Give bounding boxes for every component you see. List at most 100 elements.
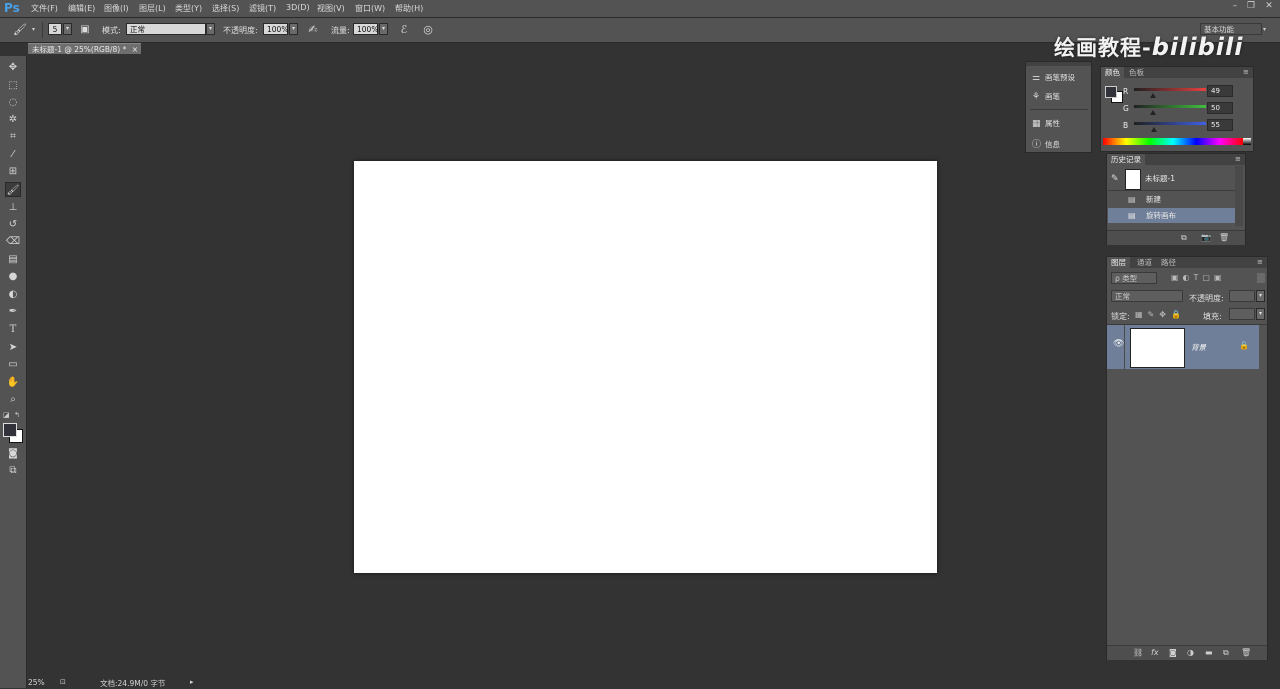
healing-brush-tool-icon[interactable]: ⊞ <box>5 164 21 179</box>
channel-b-slider[interactable] <box>1134 122 1206 125</box>
panel-menu-icon[interactable]: ≡ <box>1257 258 1263 266</box>
tab-color[interactable]: 颜色 <box>1101 67 1124 78</box>
swap-colors-icon[interactable]: ↰ <box>14 411 20 419</box>
channel-r-input[interactable]: 49 <box>1207 85 1233 97</box>
menu-filter[interactable]: 滤镜(T) <box>249 3 276 14</box>
menu-type[interactable]: 类型(Y) <box>175 3 202 14</box>
zoom-level[interactable]: 25% <box>28 678 45 687</box>
crop-tool-icon[interactable]: ⌗ <box>5 129 21 144</box>
channel-b-thumb[interactable] <box>1151 127 1157 132</box>
eraser-tool-icon[interactable]: ⌫ <box>5 234 21 249</box>
channel-g-slider[interactable] <box>1134 105 1206 108</box>
layer-blend-mode-select[interactable]: 正常 <box>1111 290 1183 302</box>
tab-paths[interactable]: 路径 <box>1157 257 1180 268</box>
quick-mask-icon[interactable]: ◙ <box>5 446 21 461</box>
dock-properties[interactable]: ▦ 属性 <box>1032 118 1060 129</box>
lock-icons[interactable]: ▦✎✥🔒 <box>1135 310 1186 319</box>
dock-brush-presets[interactable]: ⚌ 画笔预设 <box>1032 72 1075 83</box>
layer-opacity-input[interactable] <box>1229 290 1255 302</box>
channel-r-thumb[interactable] <box>1150 93 1156 98</box>
menu-edit[interactable]: 编辑(E) <box>68 3 95 14</box>
default-colors-icon[interactable]: ◪ <box>3 411 10 419</box>
blend-mode-dropdown[interactable]: ▾ <box>206 23 215 35</box>
history-item[interactable]: ▤ 新建 <box>1108 192 1236 207</box>
menu-view[interactable]: 视图(V) <box>317 3 345 14</box>
minimize-icon[interactable]: – <box>1228 1 1242 14</box>
flow-dropdown[interactable]: ▾ <box>379 23 388 35</box>
magic-wand-tool-icon[interactable]: ✲ <box>5 112 21 127</box>
dock-info[interactable]: ⓘ 信息 <box>1032 137 1060 150</box>
create-snapshot-icon[interactable]: 📷 <box>1201 233 1211 242</box>
rectangle-tool-icon[interactable]: ▭ <box>5 357 21 372</box>
history-snapshot[interactable]: ✎ 未标题-1 <box>1108 167 1236 191</box>
chevron-down-icon[interactable]: ▾ <box>32 26 35 33</box>
history-item-selected[interactable]: ▤ 旋转画布 <box>1108 208 1236 223</box>
layer-filter-select[interactable]: ρ 类型 <box>1111 272 1157 284</box>
channel-g-input[interactable]: 50 <box>1207 102 1233 114</box>
airbrush-icon[interactable]: ℰ <box>396 22 412 37</box>
new-document-from-state-icon[interactable]: ⧉ <box>1181 233 1187 243</box>
eye-icon[interactable]: 👁 <box>1113 339 1124 349</box>
opacity-dropdown[interactable]: ▾ <box>289 23 298 35</box>
status-menu-arrow-icon[interactable]: ▸ <box>190 678 194 686</box>
layer-row[interactable]: 👁 背景 🔒 <box>1107 325 1259 369</box>
brush-size-picker[interactable]: 5 <box>48 23 62 35</box>
restore-icon[interactable]: ❐ <box>1244 1 1258 14</box>
flow-input[interactable]: 100% <box>353 23 378 35</box>
close-tab-icon[interactable]: × <box>132 44 138 55</box>
adjustment-layer-icon[interactable]: ◑ <box>1187 648 1194 657</box>
history-brush-tool-icon[interactable]: ↺ <box>5 217 21 232</box>
delete-layer-icon[interactable]: 🗑 <box>1241 648 1251 657</box>
dodge-tool-icon[interactable]: ◐ <box>5 287 21 302</box>
layer-opacity-dropdown[interactable]: ▾ <box>1256 290 1265 302</box>
pressure-size-icon[interactable]: ◎ <box>420 22 436 37</box>
history-scrollbar[interactable] <box>1235 166 1243 226</box>
channel-b-input[interactable]: 55 <box>1207 119 1233 131</box>
menu-select[interactable]: 选择(S) <box>212 3 239 14</box>
tab-channels[interactable]: 通道 <box>1133 257 1156 268</box>
menu-image[interactable]: 图像(I) <box>104 3 129 14</box>
brush-tool-preset-icon[interactable]: 🖌 <box>12 22 28 37</box>
path-selection-tool-icon[interactable]: ➤ <box>5 340 21 355</box>
workspace-dropdown-icon[interactable]: ▾ <box>1263 26 1266 33</box>
blend-mode-select[interactable]: 正常 <box>126 23 206 35</box>
fill-dropdown[interactable]: ▾ <box>1256 308 1265 320</box>
hand-tool-icon[interactable]: ✋ <box>5 375 21 390</box>
color-spectrum-bar[interactable] <box>1103 138 1243 145</box>
tab-history[interactable]: 历史记录 <box>1107 154 1145 165</box>
clone-stamp-tool-icon[interactable]: ⊥ <box>5 200 21 215</box>
add-mask-icon[interactable]: ◙ <box>1169 648 1177 657</box>
gradient-tool-icon[interactable]: ▤ <box>5 252 21 267</box>
tab-layers[interactable]: 图层 <box>1107 257 1130 268</box>
lasso-tool-icon[interactable]: ◌ <box>5 95 21 110</box>
channel-r-slider[interactable] <box>1134 88 1206 91</box>
foreground-color-swatch[interactable] <box>3 423 17 437</box>
move-tool-icon[interactable]: ✥ <box>5 60 21 75</box>
marquee-tool-icon[interactable]: ⬚ <box>5 78 21 93</box>
panel-menu-icon[interactable]: ≡ <box>1243 68 1249 76</box>
document-canvas[interactable] <box>354 161 937 573</box>
dock-brush[interactable]: ⚘ 画笔 <box>1032 91 1060 102</box>
link-layers-icon[interactable]: ⛓ <box>1133 648 1143 657</box>
menu-file[interactable]: 文件(F) <box>31 3 58 14</box>
layer-name[interactable]: 背景 <box>1191 342 1206 353</box>
menu-help[interactable]: 帮助(H) <box>395 3 423 14</box>
filter-toggle[interactable] <box>1257 273 1265 283</box>
menu-3d[interactable]: 3D(D) <box>286 3 310 12</box>
channel-g-thumb[interactable] <box>1150 110 1156 115</box>
brush-tool-icon[interactable]: 🖌 <box>5 182 21 197</box>
tab-swatches[interactable]: 色板 <box>1125 67 1148 78</box>
layer-style-icon[interactable]: fx <box>1151 648 1159 657</box>
type-tool-icon[interactable]: T <box>5 322 21 337</box>
blur-tool-icon[interactable]: ● <box>5 269 21 284</box>
eyedropper-tool-icon[interactable]: ⁄ <box>5 147 21 162</box>
screen-mode-icon[interactable]: ⧉ <box>5 463 21 478</box>
fill-input[interactable] <box>1229 308 1255 320</box>
close-icon[interactable]: ✕ <box>1262 1 1276 14</box>
status-preview-icon[interactable]: ⊡ <box>60 678 66 686</box>
new-layer-icon[interactable]: ⧉ <box>1223 648 1229 658</box>
zoom-tool-icon[interactable]: ⌕ <box>5 392 21 407</box>
menu-layer[interactable]: 图层(L) <box>139 3 166 14</box>
black-white-ramp[interactable] <box>1243 138 1251 145</box>
color-panel-fg-swatch[interactable] <box>1105 86 1117 98</box>
